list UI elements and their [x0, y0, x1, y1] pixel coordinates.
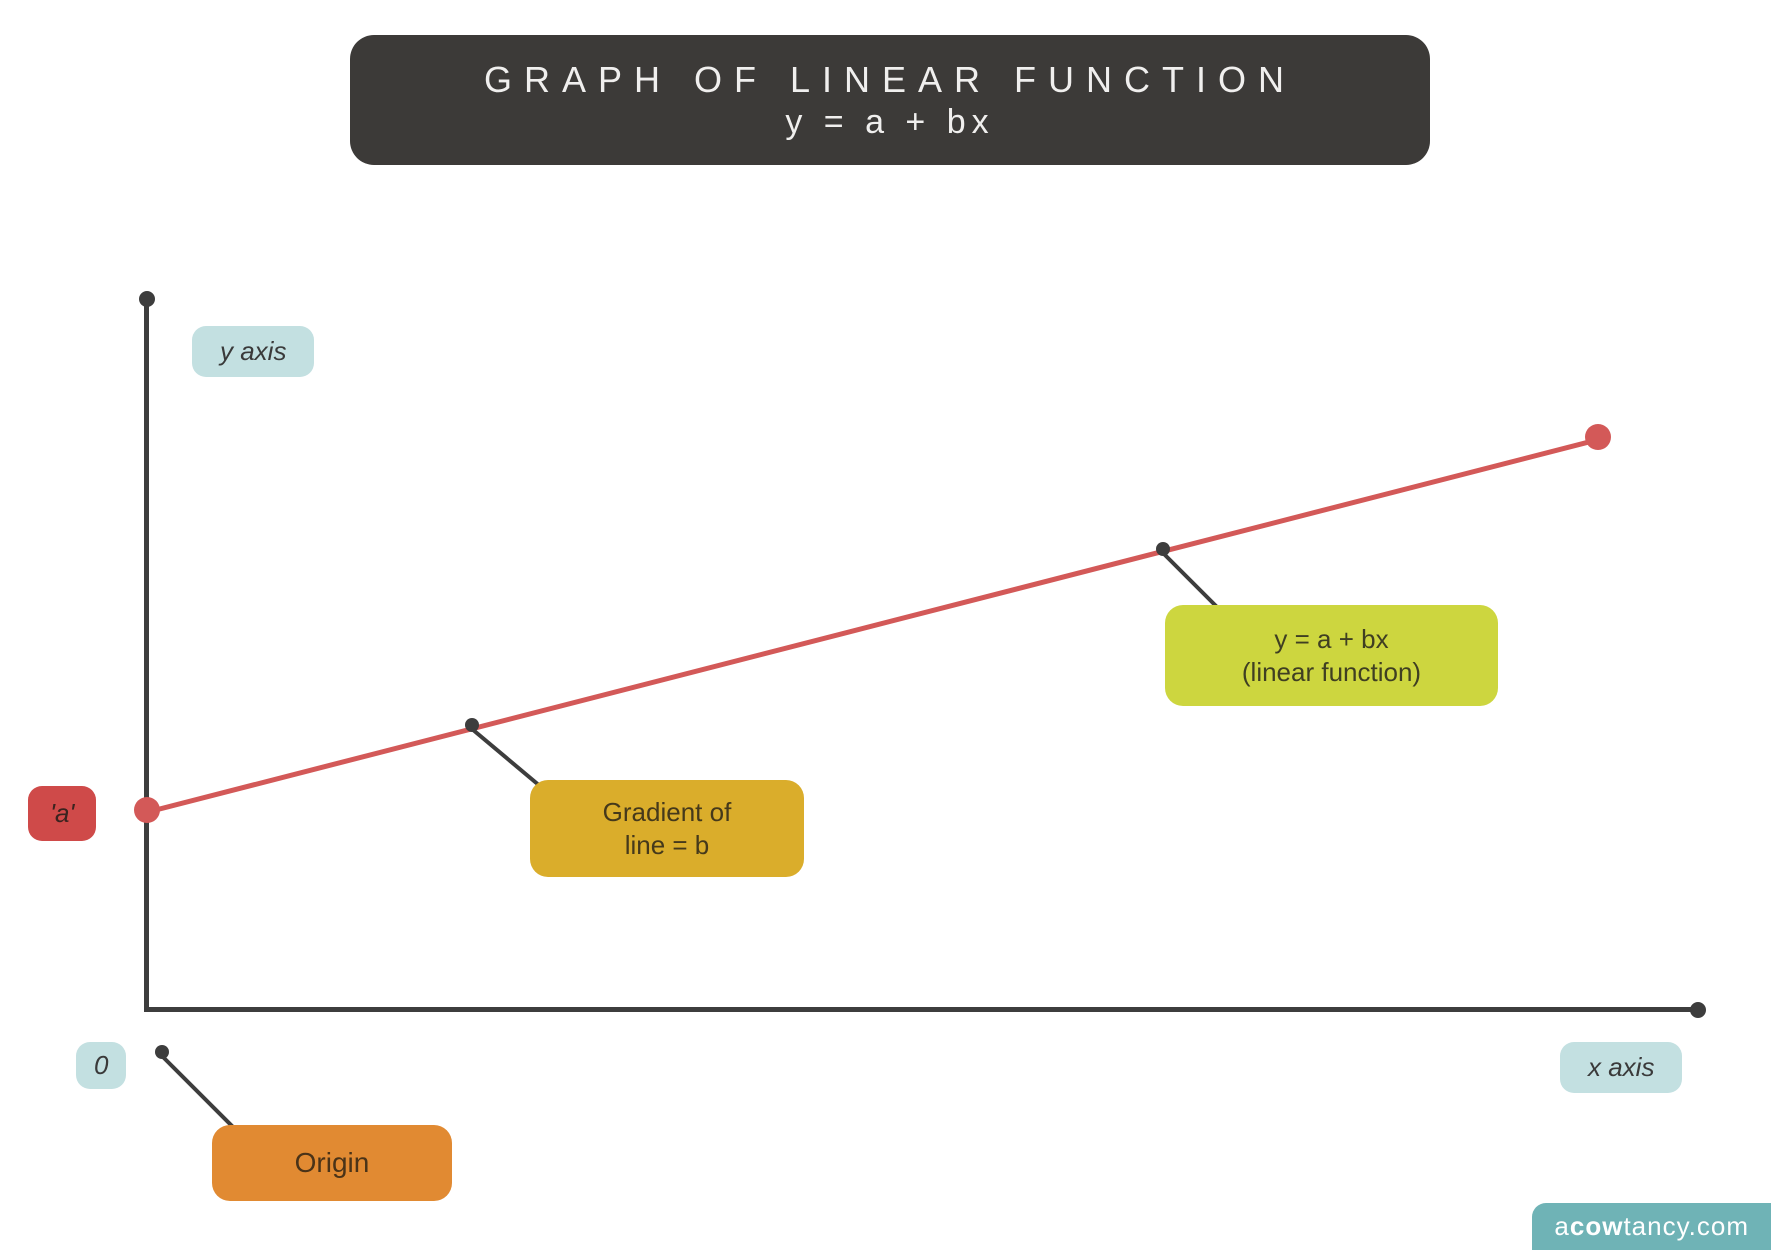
- gradient-callout-line2: line = b: [625, 830, 710, 860]
- origin-callout-text: Origin: [295, 1147, 370, 1178]
- watermark-bold: cow: [1570, 1211, 1624, 1241]
- gradient-callout: Gradient of line = b: [530, 780, 804, 877]
- origin-zero-label: 0: [76, 1042, 126, 1089]
- x-axis-label: x axis: [1560, 1042, 1682, 1093]
- title-line-1: GRAPH OF LINEAR FUNCTION: [484, 59, 1296, 101]
- watermark-suffix: tancy.com: [1623, 1211, 1749, 1241]
- watermark-prefix: a: [1554, 1211, 1569, 1241]
- y-axis-line: [144, 298, 149, 1011]
- line-end-point-icon: [1585, 424, 1611, 450]
- linfn-callout-line2: (linear function): [1242, 657, 1421, 687]
- title-banner: GRAPH OF LINEAR FUNCTION y = a + bx: [350, 35, 1430, 165]
- y-axis-label: y axis: [192, 326, 314, 377]
- linear-function-callout: y = a + bx (linear function): [1165, 605, 1498, 706]
- gradient-callout-line1: Gradient of: [603, 797, 732, 827]
- y-axis-endcap-dot: [139, 291, 155, 307]
- x-axis-endcap-dot: [1690, 1002, 1706, 1018]
- linfn-callout-line1: y = a + bx: [1274, 624, 1388, 654]
- line-start-point-icon: [134, 797, 160, 823]
- y-intercept-a-label: 'a': [28, 786, 96, 841]
- x-axis-line: [144, 1007, 1694, 1012]
- title-line-2: y = a + bx: [785, 103, 994, 142]
- origin-callout: Origin: [212, 1125, 452, 1201]
- watermark-badge: acowtancy.com: [1532, 1203, 1771, 1250]
